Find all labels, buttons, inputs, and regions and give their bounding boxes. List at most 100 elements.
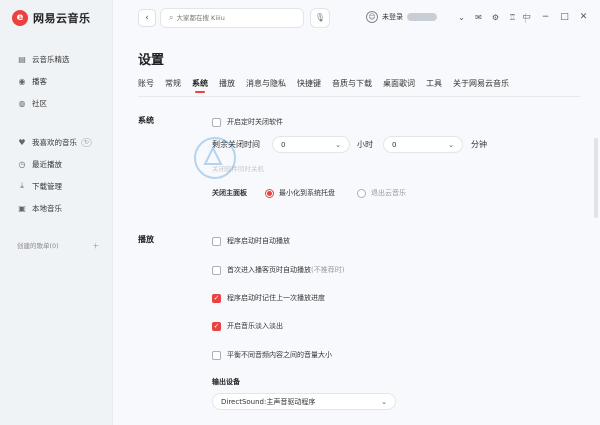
minimize-icon[interactable]: − <box>539 11 552 24</box>
tab-4[interactable]: 消息与隐私 <box>246 78 286 93</box>
sidebar-item-label: 本地音乐 <box>32 203 62 213</box>
back-button[interactable]: ‹ <box>138 9 156 27</box>
radio-button[interactable] <box>357 188 366 198</box>
settings-tabs: 账号 常规 系统 播放 消息与隐私 快捷键 音质与下载 桌面歌词 工具 关于网易云音乐 <box>138 78 520 93</box>
checkbox-label: 程序启动时自动播放 <box>227 237 290 245</box>
user-area[interactable]: ☺ 未登录 <box>366 11 437 23</box>
sidebar: e 网易云音乐 ▤ 云音乐精选 ◉ 播客 ◍ 社区 ♥ 我喜欢的音乐 ↻ ◷ 最… <box>0 0 113 425</box>
radio-minimize-tray[interactable]: 最小化到系统托盘 <box>265 188 335 198</box>
add-playlist-icon[interactable]: ＋ <box>93 240 100 250</box>
settings-gear-icon[interactable]: ⚙ <box>489 11 502 24</box>
minute-value: 0 <box>392 140 397 149</box>
tab-2[interactable]: 系统 <box>192 78 208 93</box>
scrollbar[interactable] <box>594 138 598 218</box>
checkbox[interactable] <box>212 265 221 275</box>
app-name: 网易云音乐 <box>33 12 91 25</box>
vip-badge[interactable] <box>407 13 437 21</box>
close-panel-row: 关闭主面板 最小化到系统托盘 退出云音乐 <box>212 188 428 198</box>
minute-select[interactable]: 0 ⌄ <box>383 136 463 153</box>
search-box[interactable]: ⌕ <box>160 8 304 28</box>
playback-section-label: 播放 <box>138 235 154 244</box>
tab-5[interactable]: 快捷键 <box>297 78 321 93</box>
sidebar-nav-top: ▤ 云音乐精选 ◉ 播客 ◍ 社区 <box>0 48 113 114</box>
message-icon[interactable]: ✉ <box>472 11 485 24</box>
community-icon: ◍ <box>18 98 26 108</box>
timer-close-label: 开启定时关闭软件 <box>227 118 283 126</box>
music-library-icon: ▤ <box>18 54 26 64</box>
remember-progress-row[interactable]: ✓ 程序启动时记住上一次播放进度 <box>212 293 325 303</box>
sidebar-nav-my: ♥ 我喜欢的音乐 ↻ ◷ 最近播放 ⤓ 下载管理 ▣ 本地音乐 <box>0 131 113 219</box>
checkbox[interactable] <box>212 236 221 246</box>
podcast-autoplay-row[interactable]: 首次进入播客页时自动播放 (不推荐时) <box>212 265 344 275</box>
sidebar-item-podcast[interactable]: ◉ 播客 <box>0 70 113 92</box>
maximize-icon[interactable]: □ <box>558 11 571 24</box>
podcast-icon: ◉ <box>18 76 26 86</box>
output-device-value: DirectSound:主声音驱动程序 <box>221 397 316 406</box>
sidebar-item-local[interactable]: ▣ 本地音乐 <box>0 197 113 219</box>
sidebar-item-community[interactable]: ◍ 社区 <box>0 92 113 114</box>
timer-close-checkbox[interactable] <box>212 117 221 127</box>
voice-search-button[interactable]: 🎙 <box>310 8 330 28</box>
tab-7[interactable]: 桌面歌词 <box>383 78 415 93</box>
topbar: ‹ ⌕ 🎙 ☺ 未登录 ⌄ ✉ ⚙ ♖ ▭ − □ ✕ <box>113 0 600 38</box>
checkbox-hint: (不推荐时) <box>311 266 345 274</box>
radio-exit-app[interactable]: 退出云音乐 <box>357 188 406 198</box>
search-icon: ⌕ <box>169 13 174 22</box>
window-controls: ▭ − □ ✕ <box>514 11 590 24</box>
login-status[interactable]: 未登录 <box>382 12 403 22</box>
fade-in-out-row[interactable]: ✓ 开启音乐淡入淡出 <box>212 321 283 331</box>
app-logo[interactable]: e 网易云音乐 <box>12 10 91 26</box>
sidebar-item-downloads[interactable]: ⤓ 下载管理 <box>0 175 113 197</box>
close-panel-label: 关闭主面板 <box>212 189 247 197</box>
chevron-down-icon: ⌄ <box>448 140 454 149</box>
mini-mode-icon[interactable]: ▭ <box>520 11 533 24</box>
hour-select[interactable]: 0 ⌄ <box>272 136 350 153</box>
clock-icon: ◷ <box>18 159 26 169</box>
radio-label: 最小化到系统托盘 <box>279 189 335 197</box>
checkbox-checked[interactable]: ✓ <box>212 321 221 331</box>
checkbox-label: 首次进入播客页时自动播放 <box>227 266 311 274</box>
sidebar-item-label: 我喜欢的音乐 <box>32 137 77 147</box>
autoplay-on-start-row[interactable]: 程序启动时自动播放 <box>212 236 290 246</box>
output-device-select[interactable]: DirectSound:主声音驱动程序 ⌄ <box>212 393 396 410</box>
sidebar-item-label: 社区 <box>32 98 47 108</box>
avatar-icon: ☺ <box>366 11 378 23</box>
sidebar-item-label: 最近播放 <box>32 159 62 169</box>
dropdown-chevron-icon[interactable]: ⌄ <box>455 11 468 24</box>
tab-1[interactable]: 常规 <box>165 78 181 93</box>
sidebar-item-liked[interactable]: ♥ 我喜欢的音乐 ↻ <box>0 131 113 153</box>
created-playlists-section: 创建的歌单(0) ＋ <box>0 238 113 252</box>
created-playlists-header[interactable]: 创建的歌单(0) ＋ <box>0 238 113 252</box>
hour-value: 0 <box>281 140 286 149</box>
close-icon[interactable]: ✕ <box>577 11 590 24</box>
tab-6[interactable]: 音质与下载 <box>332 78 372 93</box>
hour-unit: 小时 <box>357 140 373 149</box>
volume-balance-row[interactable]: 平衡不同音频内容之间的音量大小 <box>212 350 332 360</box>
heart-icon: ♥ <box>18 137 26 147</box>
tab-9[interactable]: 关于网易云音乐 <box>453 78 509 93</box>
checkbox-checked[interactable]: ✓ <box>212 293 221 303</box>
sidebar-item-label: 云音乐精选 <box>32 54 70 64</box>
radio-label: 退出云音乐 <box>371 189 406 197</box>
tab-3[interactable]: 播放 <box>219 78 235 93</box>
sidebar-item-label: 下载管理 <box>32 181 62 191</box>
settings-page: 设置 账号 常规 系统 播放 消息与隐私 快捷键 音质与下载 桌面歌词 工具 关于网易云音乐 系统… <box>113 38 600 425</box>
output-device-label: 输出设备 <box>212 378 240 386</box>
search-input[interactable] <box>176 14 287 22</box>
tab-8[interactable]: 工具 <box>426 78 442 93</box>
timer-row: 剩余关闭时间 0 ⌄ 小时 0 ⌄ 分钟 <box>212 136 487 153</box>
shutdown-option-disabled: 关闭软件同时关机 <box>212 165 264 173</box>
checkbox-label: 平衡不同音频内容之间的音量大小 <box>227 351 332 359</box>
remaining-time-label: 剩余关闭时间 <box>212 140 260 149</box>
radio-button-selected[interactable] <box>265 188 274 198</box>
sidebar-item-recent[interactable]: ◷ 最近播放 <box>0 153 113 175</box>
timer-close-checkbox-row[interactable]: 开启定时关闭软件 <box>212 117 283 127</box>
heartbeat-mode-icon[interactable]: ↻ <box>81 137 93 147</box>
tab-0[interactable]: 账号 <box>138 78 154 93</box>
checkbox[interactable] <box>212 350 221 360</box>
netease-logo-icon: e <box>12 10 28 26</box>
checkbox-label: 开启音乐淡入淡出 <box>227 322 283 330</box>
minute-unit: 分钟 <box>471 140 487 149</box>
sidebar-item-featured[interactable]: ▤ 云音乐精选 <box>0 48 113 70</box>
local-music-icon: ▣ <box>18 203 26 213</box>
